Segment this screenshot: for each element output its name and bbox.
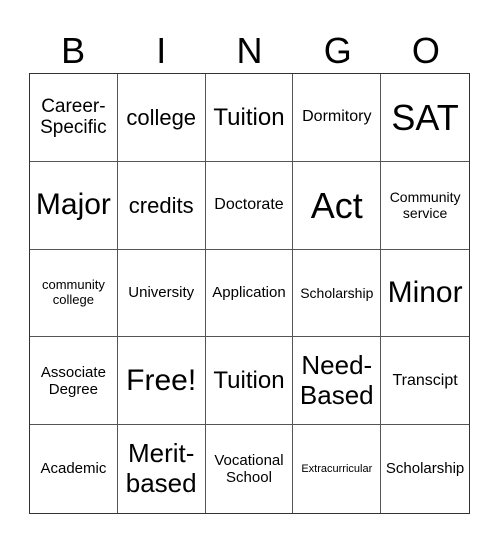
bingo-header: B I N G O	[29, 30, 470, 72]
bingo-cell[interactable]: Extracurricular	[293, 425, 382, 513]
cell-text: credits	[128, 192, 194, 218]
cell-text: Application	[212, 284, 286, 302]
header-letter-b: B	[61, 30, 86, 71]
cell-text: Dormitory	[302, 108, 372, 126]
cell-text: SAT	[391, 96, 459, 138]
bingo-cell[interactable]: Scholarship	[293, 249, 382, 338]
cell-text: Major	[35, 187, 111, 221]
bingo-cell[interactable]: Community service	[381, 162, 469, 250]
cell-text: Scholarship	[300, 284, 374, 301]
bingo-cell[interactable]: Associate Degree	[30, 337, 118, 426]
cell-text: Tuition	[213, 103, 285, 131]
cell-text: Academic	[40, 460, 107, 478]
cell-text: Scholarship	[385, 460, 465, 478]
cell-text: University	[128, 284, 195, 302]
bingo-cell[interactable]: college	[117, 74, 206, 162]
bingo-cell[interactable]: Need- Based	[293, 337, 382, 426]
bingo-cell[interactable]: Application	[205, 249, 294, 338]
cell-text: Transcipt	[392, 371, 458, 389]
cell-text: college	[126, 104, 197, 130]
bingo-cell[interactable]: Tuition	[205, 337, 294, 426]
bingo-cell[interactable]: credits	[117, 161, 206, 250]
bingo-cell[interactable]: Dormitory	[293, 74, 382, 162]
header-letter-g: G	[323, 30, 352, 71]
cell-text: Tuition	[213, 366, 285, 394]
bingo-cell[interactable]: SAT	[381, 74, 469, 162]
bingo-cell[interactable]: Minor	[381, 250, 469, 338]
cell-text: Need- Based	[299, 349, 374, 410]
bingo-cell[interactable]: Transcipt	[381, 337, 469, 426]
cell-text: community college	[41, 277, 105, 307]
bingo-cell[interactable]: community college	[30, 249, 118, 338]
bingo-cell[interactable]: Act	[293, 161, 382, 250]
header-letter-n: N	[236, 30, 263, 71]
bingo-cell[interactable]: Free!	[117, 337, 206, 426]
cell-text: Extracurricular	[301, 462, 373, 475]
bingo-cell[interactable]: Vocational School	[206, 425, 294, 513]
cell-text: Vocational School	[214, 451, 284, 487]
bingo-cell[interactable]: Academic	[30, 425, 118, 513]
cell-text: Act	[310, 184, 363, 226]
bingo-cell[interactable]: Career- Specific	[30, 74, 118, 162]
header-letter-i: I	[156, 30, 167, 71]
cell-text: Community service	[389, 189, 461, 222]
bingo-cell[interactable]: Tuition	[205, 74, 294, 162]
bingo-cell[interactable]: Major	[30, 161, 118, 250]
cell-text: Free!	[126, 363, 197, 397]
bingo-cell[interactable]: University	[117, 249, 206, 338]
bingo-cell[interactable]: Merit- based	[118, 425, 206, 513]
cell-text: Minor	[387, 275, 463, 309]
bingo-cell[interactable]: Doctorate	[205, 161, 294, 250]
cell-text: Merit- based	[125, 438, 197, 499]
bingo-grid: Career- Specific college Tuition Dormito…	[29, 73, 470, 514]
cell-text: Doctorate	[214, 196, 284, 213]
bingo-cell[interactable]: Scholarship	[381, 425, 469, 513]
cell-text: Career- Specific	[40, 95, 107, 139]
header-letter-o: O	[411, 30, 440, 71]
cell-text: Associate Degree	[40, 363, 106, 398]
